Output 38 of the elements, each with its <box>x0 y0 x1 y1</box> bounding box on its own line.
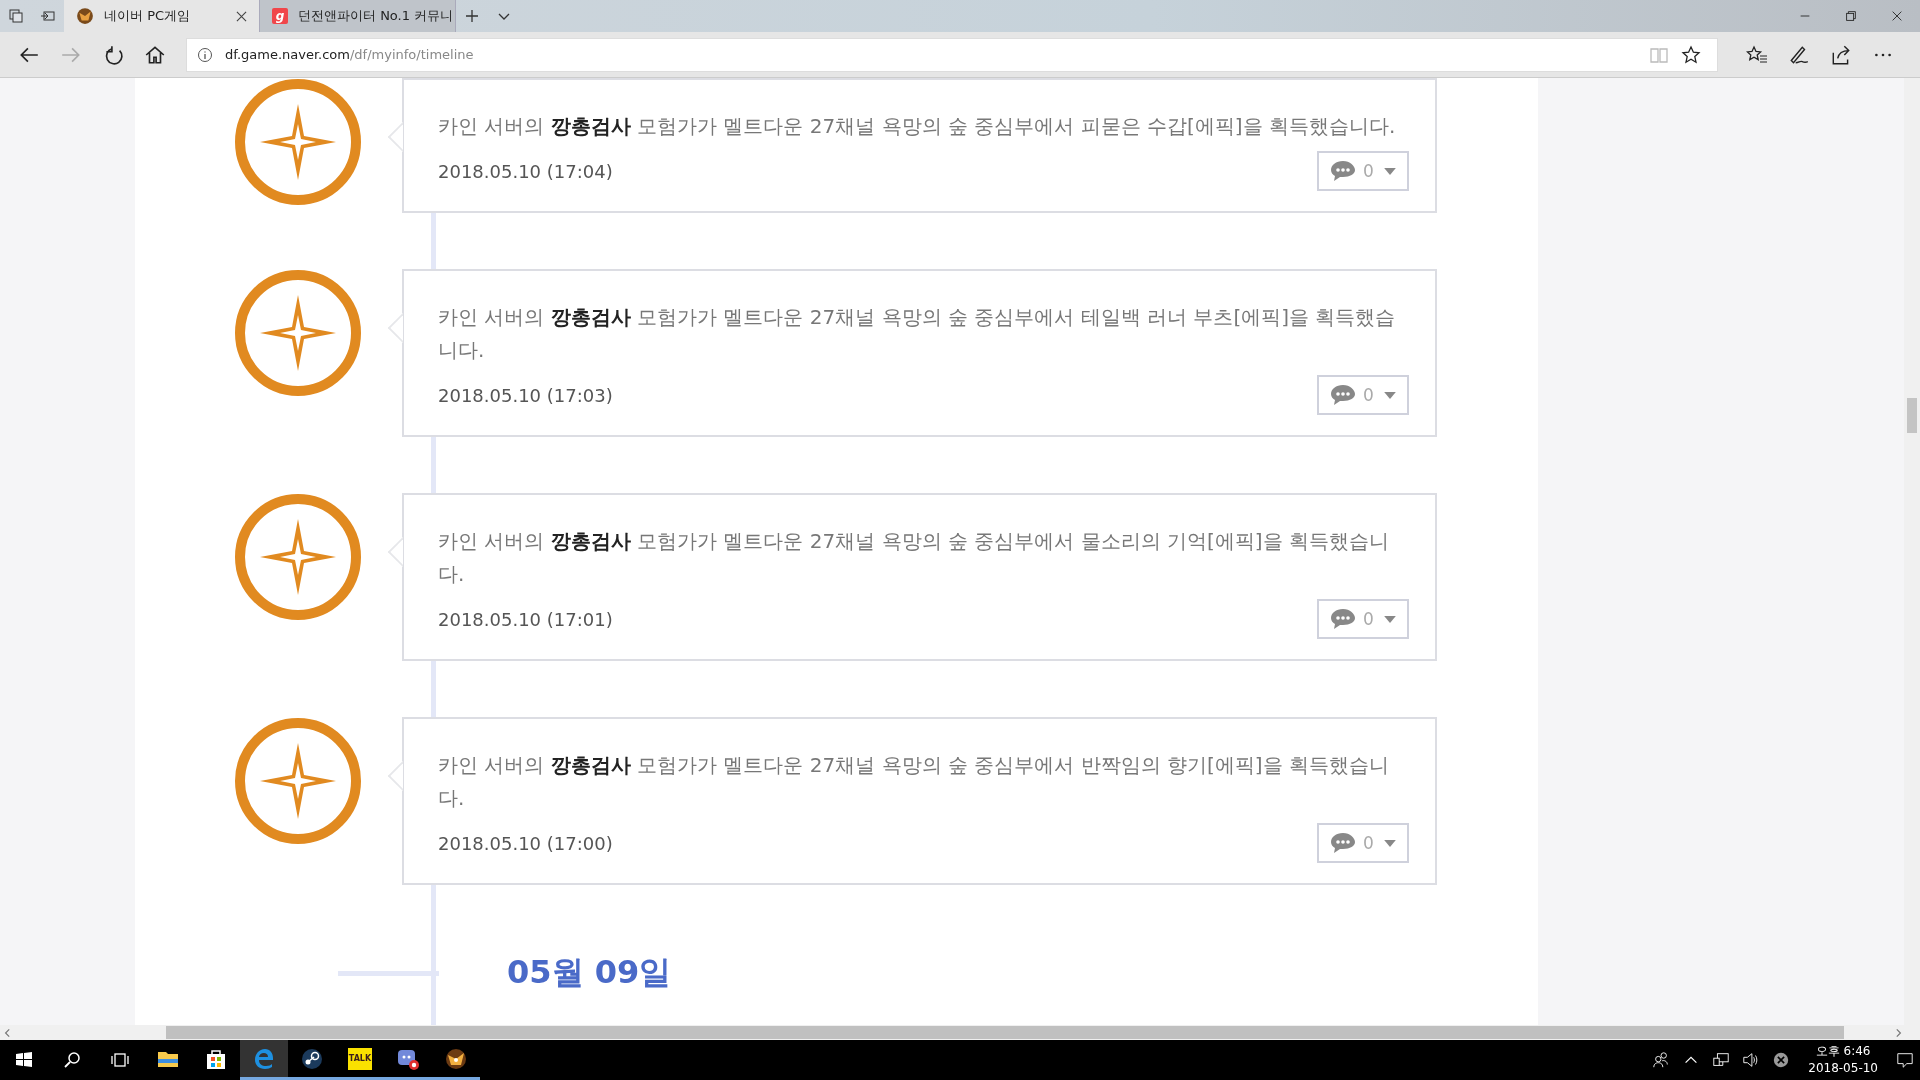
scrollbar-thumb[interactable] <box>166 1026 1844 1039</box>
entry-date: 2018.05.10 (17:01) <box>438 608 613 630</box>
caret-icon <box>1383 615 1396 623</box>
star-badge-icon <box>234 493 362 621</box>
browser-icon <box>252 1046 276 1071</box>
activity-message: 카인 서버의 깡총검사 모험가가 멜트다운 27채널 욕망의 숲 중심부에서 물소리의 기억[에픽]을 획득했습니다. <box>438 528 1390 588</box>
game-icon <box>444 1046 468 1071</box>
caret-icon <box>1383 839 1396 847</box>
tab-title: 던전앤파이터 No.1 커뮤니 <box>298 7 454 25</box>
clock[interactable]: 오후 6:46 2018-05-10 <box>1796 1043 1890 1077</box>
browser-tab[interactable]: g 던전앤파이터 No.1 커뮤니 <box>260 0 456 32</box>
browser-tab[interactable]: 네이버 PC게임 <box>64 0 260 32</box>
entry-date: 2018.05.10 (17:04) <box>438 160 613 182</box>
steam-icon <box>300 1046 324 1071</box>
chat-app-button[interactable]: TALK <box>336 1040 384 1080</box>
activity-message: 카인 서버의 깡총검사 모험가가 멜트다운 27채널 욕망의 숲 중심부에서 피묻은 수갑[에픽]을 획득했습니다. <box>438 113 1397 140</box>
speech-bubble-icon <box>1329 384 1357 406</box>
speech-bubble-icon <box>1329 832 1357 854</box>
activity-message: 카인 서버의 깡총검사 모험가가 멜트다운 27채널 욕망의 숲 중심부에서 테일백 러너 부츠[에픽]을 획득했습니다. <box>438 304 1397 364</box>
caret-icon <box>1383 167 1396 175</box>
info-icon[interactable] <box>197 46 213 63</box>
date-heading: 05월 09일 <box>507 952 672 993</box>
caret-icon <box>1383 391 1396 399</box>
speech-bubble-icon <box>1329 160 1357 182</box>
url-text: df.game.naver.com/df/myinfo/timeline <box>225 47 474 62</box>
speech-bubble-icon <box>1329 608 1357 630</box>
address-bar[interactable]: df.game.naver.com/df/myinfo/timeline <box>186 37 1718 72</box>
site-logo-icon: g <box>272 8 288 24</box>
close-tab-icon[interactable] <box>236 10 247 22</box>
character-icon <box>76 7 94 25</box>
activity-message: 카인 서버의 깡총검사 모험가가 멜트다운 27채널 욕망의 숲 중심부에서 반짝임의 향기[에픽]을 획득했습니다. <box>438 752 1390 812</box>
scrollbar-thumb[interactable] <box>1907 398 1917 433</box>
star-badge-icon <box>234 269 362 397</box>
tab-title: 네이버 PC게임 <box>104 7 192 25</box>
entry-date: 2018.05.10 (17:00) <box>438 832 613 854</box>
star-badge-icon <box>234 717 362 845</box>
entry-date: 2018.05.10 (17:03) <box>438 384 613 406</box>
chat-logo: TALK <box>348 1047 372 1070</box>
